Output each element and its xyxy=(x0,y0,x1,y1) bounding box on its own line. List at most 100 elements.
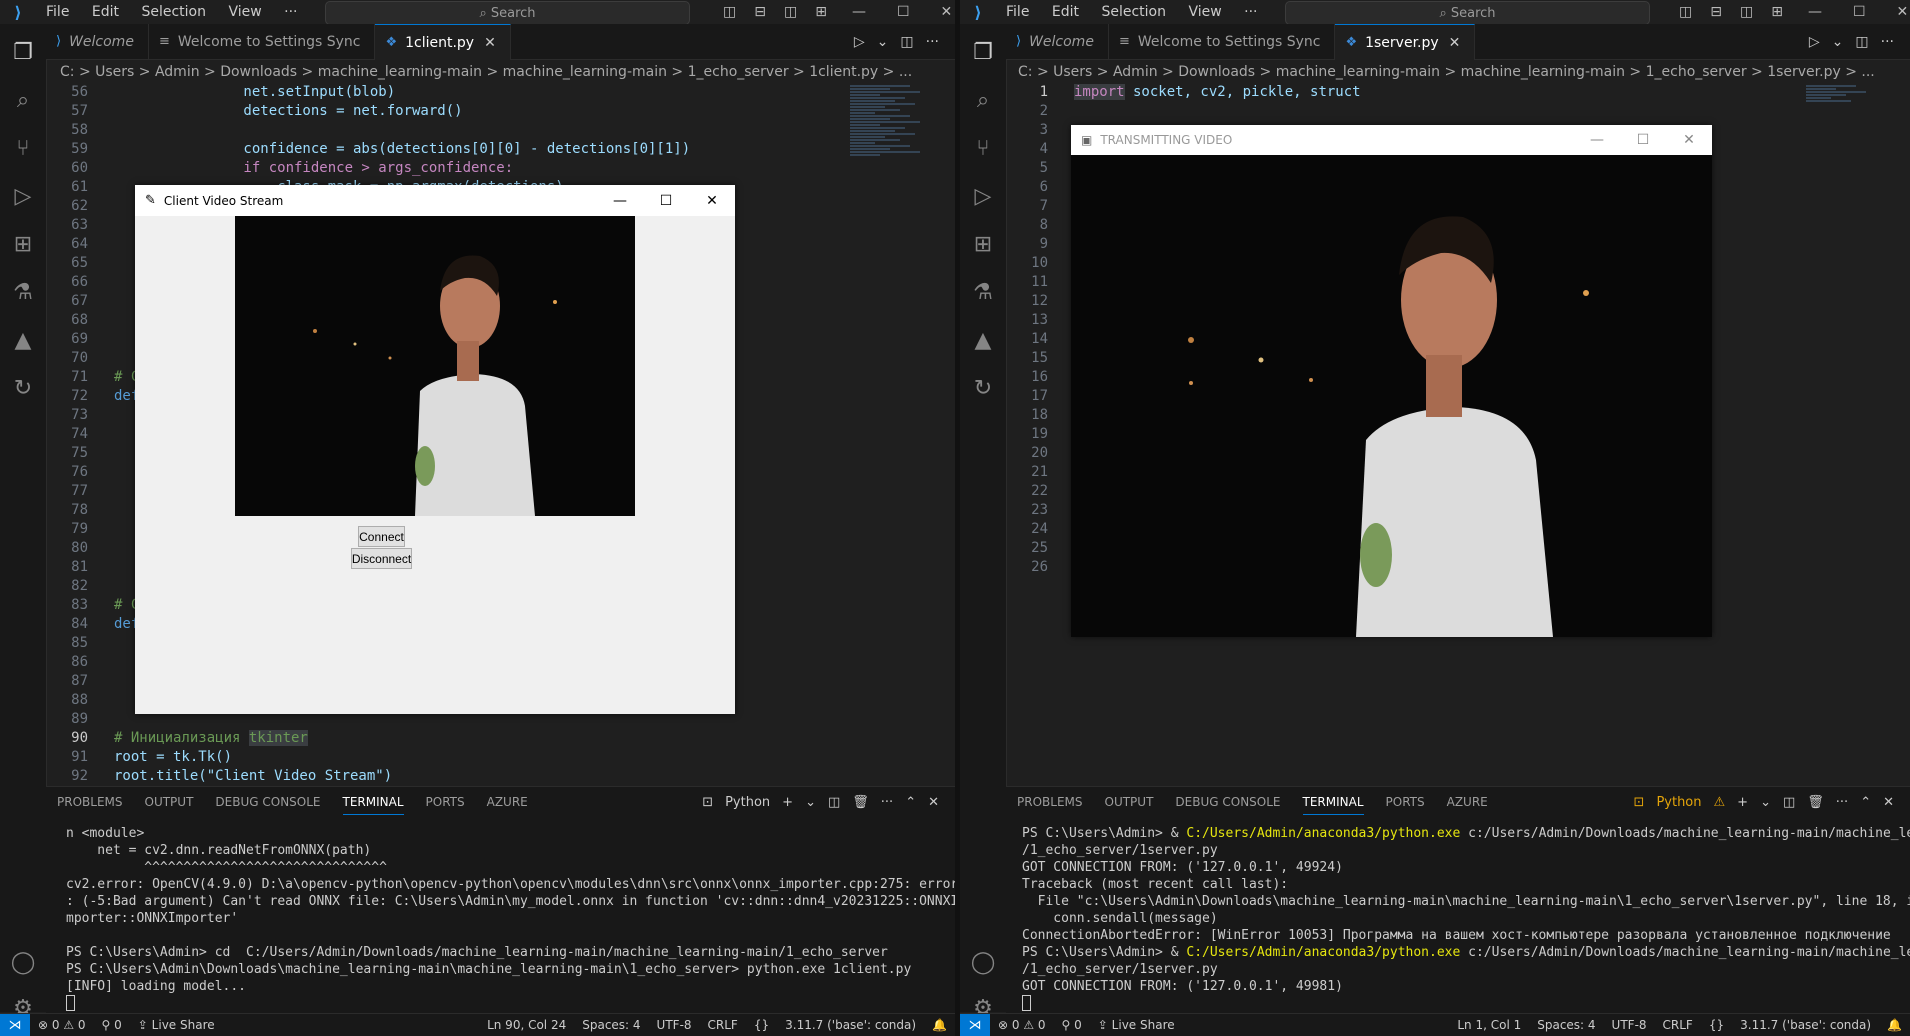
tk-close-icon[interactable]: ✕ xyxy=(689,193,735,209)
panel-tab-ports[interactable]: PORTS xyxy=(1386,795,1425,809)
command-center-search[interactable]: ⌕ Search xyxy=(1285,1,1650,25)
tk-minimize-icon[interactable]: — xyxy=(597,193,643,209)
menu-selection[interactable]: Selection xyxy=(141,4,206,20)
problems-status[interactable]: ⊗ 0 ⚠ 0 xyxy=(38,1018,86,1032)
tab-settings-sync[interactable]: ≡ Welcome to Settings Sync xyxy=(149,24,376,59)
split-terminal-icon[interactable]: ◫ xyxy=(1783,795,1795,810)
toggle-sidebar-icon[interactable]: ◫ xyxy=(1679,4,1692,20)
python-interpreter[interactable]: 3.11.7 ('base': conda) xyxy=(1740,1018,1871,1032)
terminal-output[interactable]: n <module> net = cv2.dnn.readNetFromONNX… xyxy=(66,825,955,1011)
disconnect-button[interactable]: Disconnect xyxy=(351,548,412,569)
remote-explorer-icon[interactable]: ↻ xyxy=(0,366,46,410)
customize-layout-icon[interactable]: ⊞ xyxy=(815,4,827,20)
indentation[interactable]: Spaces: 4 xyxy=(582,1018,640,1032)
panel-tab-debug-console[interactable]: DEBUG CONSOLE xyxy=(215,795,320,809)
search-view-icon[interactable]: ⌕ xyxy=(960,78,1006,122)
menu-view[interactable]: View xyxy=(1188,4,1221,20)
accounts-icon[interactable]: ◯ xyxy=(960,940,1006,984)
menu-more[interactable]: ··· xyxy=(1244,4,1257,20)
close-tab-icon[interactable]: ✕ xyxy=(1449,35,1461,51)
tab-welcome[interactable]: ⟩ Welcome xyxy=(1006,24,1109,59)
problems-status[interactable]: ⊗ 0 ⚠ 0 xyxy=(998,1018,1046,1032)
ports-status[interactable]: ⚲ 0 xyxy=(102,1018,122,1032)
live-share-status[interactable]: ⇪ Live Share xyxy=(138,1018,215,1032)
breadcrumb[interactable]: C: > Users > Admin > Downloads > machine… xyxy=(1018,64,1875,80)
tab-welcome[interactable]: ⟩ Welcome xyxy=(46,24,149,59)
panel-tab-problems[interactable]: PROBLEMS xyxy=(57,795,123,809)
panel-tab-azure[interactable]: AZURE xyxy=(1447,795,1488,809)
notifications-bell-icon[interactable]: 🔔 xyxy=(1887,1018,1902,1032)
connect-button[interactable]: Connect xyxy=(358,526,405,547)
panel-tab-azure[interactable]: AZURE xyxy=(487,795,528,809)
live-share-status[interactable]: ⇪ Live Share xyxy=(1098,1018,1175,1032)
cv-maximize-icon[interactable]: ☐ xyxy=(1620,132,1666,148)
eol[interactable]: CRLF xyxy=(1663,1018,1693,1032)
more-actions-icon[interactable]: ··· xyxy=(1881,34,1894,50)
close-panel-icon[interactable]: ✕ xyxy=(928,795,939,810)
panel-tab-terminal[interactable]: TERMINAL xyxy=(1302,795,1364,815)
menu-selection[interactable]: Selection xyxy=(1101,4,1166,20)
maximize-icon[interactable]: ☐ xyxy=(1853,4,1866,20)
indentation[interactable]: Spaces: 4 xyxy=(1537,1018,1595,1032)
minimize-icon[interactable]: — xyxy=(1808,4,1822,20)
close-panel-icon[interactable]: ✕ xyxy=(1883,795,1894,810)
run-file-icon[interactable]: ▷ xyxy=(854,34,865,50)
encoding[interactable]: UTF-8 xyxy=(1612,1018,1647,1032)
terminal-output[interactable]: PS C:\Users\Admin> & C:/Users/Admin/anac… xyxy=(1022,825,1910,1011)
minimap[interactable] xyxy=(1806,84,1896,124)
close-icon[interactable]: ✕ xyxy=(1897,4,1909,20)
command-center-search[interactable]: ⌕ Search xyxy=(325,1,690,25)
remote-indicator-icon[interactable]: ⋊ xyxy=(960,1014,990,1036)
minimap[interactable] xyxy=(850,84,940,294)
panel-tab-problems[interactable]: PROBLEMS xyxy=(1017,795,1083,809)
panel-tab-terminal[interactable]: TERMINAL xyxy=(342,795,404,815)
split-editor-icon[interactable]: ◫ xyxy=(1855,34,1868,50)
customize-layout-icon[interactable]: ⊞ xyxy=(1771,4,1783,20)
maximize-panel-icon[interactable]: ⌃ xyxy=(1860,795,1871,810)
panel-tab-output[interactable]: OUTPUT xyxy=(145,795,194,809)
explorer-icon[interactable]: ❐ xyxy=(960,30,1006,74)
menu-file[interactable]: File xyxy=(1006,4,1029,20)
terminal-dropdown-icon[interactable]: ⌄ xyxy=(1760,795,1771,810)
new-terminal-icon[interactable]: + xyxy=(1737,795,1748,810)
accounts-icon[interactable]: ◯ xyxy=(0,940,46,984)
panel-tab-debug-console[interactable]: DEBUG CONSOLE xyxy=(1175,795,1280,809)
menu-edit[interactable]: Edit xyxy=(92,4,119,20)
panel-tab-output[interactable]: OUTPUT xyxy=(1105,795,1154,809)
run-dropdown-icon[interactable]: ⌄ xyxy=(877,34,889,50)
breadcrumb[interactable]: C: > Users > Admin > Downloads > machine… xyxy=(60,64,912,80)
remote-indicator-icon[interactable]: ⋊ xyxy=(0,1014,30,1036)
menu-view[interactable]: View xyxy=(228,4,261,20)
language-braces-icon[interactable]: {} xyxy=(754,1018,769,1032)
tab-settings-sync[interactable]: ≡ Welcome to Settings Sync xyxy=(1109,24,1336,59)
extensions-icon[interactable]: ⊞ xyxy=(960,222,1006,266)
kill-terminal-icon[interactable]: 🗑 xyxy=(1807,795,1824,810)
toggle-panel-icon[interactable]: ⊟ xyxy=(754,4,766,20)
split-terminal-icon[interactable]: ◫ xyxy=(828,795,840,810)
source-control-icon[interactable]: ⑂ xyxy=(960,126,1006,170)
new-terminal-icon[interactable]: + xyxy=(782,795,793,810)
source-control-icon[interactable]: ⑂ xyxy=(0,126,46,170)
azure-icon[interactable]: ▲ xyxy=(960,318,1006,362)
remote-explorer-icon[interactable]: ↻ xyxy=(960,366,1006,410)
split-editor-icon[interactable]: ◫ xyxy=(900,34,913,50)
terminal-dropdown-icon[interactable]: ⌄ xyxy=(805,795,816,810)
cv-close-icon[interactable]: ✕ xyxy=(1666,132,1712,148)
kill-terminal-icon[interactable]: 🗑 xyxy=(852,795,869,810)
toggle-secondary-sidebar-icon[interactable]: ◫ xyxy=(1740,4,1753,20)
run-dropdown-icon[interactable]: ⌄ xyxy=(1832,34,1844,50)
more-actions-icon[interactable]: ··· xyxy=(926,34,939,50)
tab-1server-py[interactable]: ❖ 1server.py ✕ xyxy=(1335,24,1476,60)
python-interpreter[interactable]: 3.11.7 ('base': conda) xyxy=(785,1018,916,1032)
maximize-panel-icon[interactable]: ⌃ xyxy=(905,795,916,810)
notifications-bell-icon[interactable]: 🔔 xyxy=(932,1018,947,1032)
minimize-icon[interactable]: — xyxy=(852,4,866,20)
panel-more-icon[interactable]: ··· xyxy=(881,795,893,810)
cv-minimize-icon[interactable]: — xyxy=(1574,132,1620,148)
menu-file[interactable]: File xyxy=(46,4,69,20)
cursor-position[interactable]: Ln 1, Col 1 xyxy=(1457,1018,1521,1032)
cursor-position[interactable]: Ln 90, Col 24 xyxy=(487,1018,566,1032)
terminal-shell-label[interactable]: Python xyxy=(1656,795,1701,810)
run-debug-icon[interactable]: ▷ xyxy=(960,174,1006,218)
maximize-icon[interactable]: ☐ xyxy=(897,4,910,20)
